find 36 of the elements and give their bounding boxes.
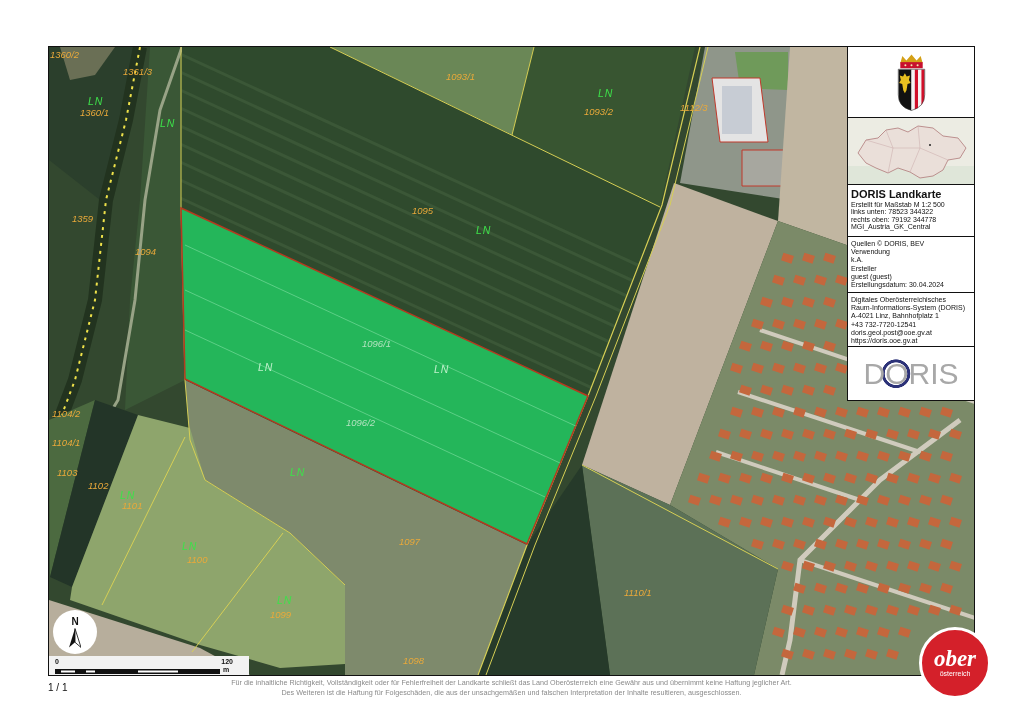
brand-logo-text: ober <box>933 648 977 670</box>
parcel-number-label: 1103 <box>57 468 78 478</box>
page-number: 1 / 1 <box>48 681 68 694</box>
land-use-label: LN <box>258 362 274 373</box>
land-use-label: LN <box>120 490 136 501</box>
north-arrow-icon <box>69 627 81 648</box>
parcel-number-label: 1104/1 <box>52 438 81 448</box>
north-label: N <box>71 616 79 627</box>
parcel-number-label: 1101 <box>122 501 143 511</box>
land-use-label: LN <box>476 225 492 236</box>
land-use-label: LN <box>88 96 104 107</box>
land-use-label: LN <box>434 364 450 375</box>
parcel-number-label: 1096/2 <box>346 418 376 428</box>
parcel-number-label: 1096/1 <box>362 339 392 349</box>
parcel-number-label: 1100 <box>187 555 208 565</box>
parcel-number-label: 1094 <box>135 247 157 257</box>
land-use-label: LN <box>160 118 176 129</box>
land-use-label: LN <box>277 595 293 606</box>
land-use-label: LN <box>598 88 614 99</box>
parcel-number-label: 1097 <box>399 537 421 547</box>
parcel-number-label: 1360/2 <box>50 50 80 60</box>
parcel-number-label: 1095 <box>412 206 434 216</box>
panel-title: DORIS Landkarte <box>851 188 943 201</box>
parcel-number-label: 1361/3 <box>123 67 153 77</box>
coat-of-arms-icon <box>895 53 927 111</box>
parcel-number-label: 1359 <box>72 214 94 224</box>
parcel-number-label: 1102 <box>88 481 109 491</box>
parcel-number-label: 1104/2 <box>52 409 81 419</box>
parcel-number-label: 1360/1 <box>80 108 110 118</box>
parcel-number-label: 1099 <box>270 610 292 620</box>
parcel-number-label: 1093/1 <box>446 72 476 82</box>
land-use-label: LN <box>290 467 306 478</box>
parcel-number-label: 1110/1 <box>624 588 652 598</box>
parcel-number-label: 1098 <box>403 656 425 666</box>
land-use-label: LN <box>182 541 198 552</box>
parcel-number-label: 1093/2 <box>584 107 614 117</box>
